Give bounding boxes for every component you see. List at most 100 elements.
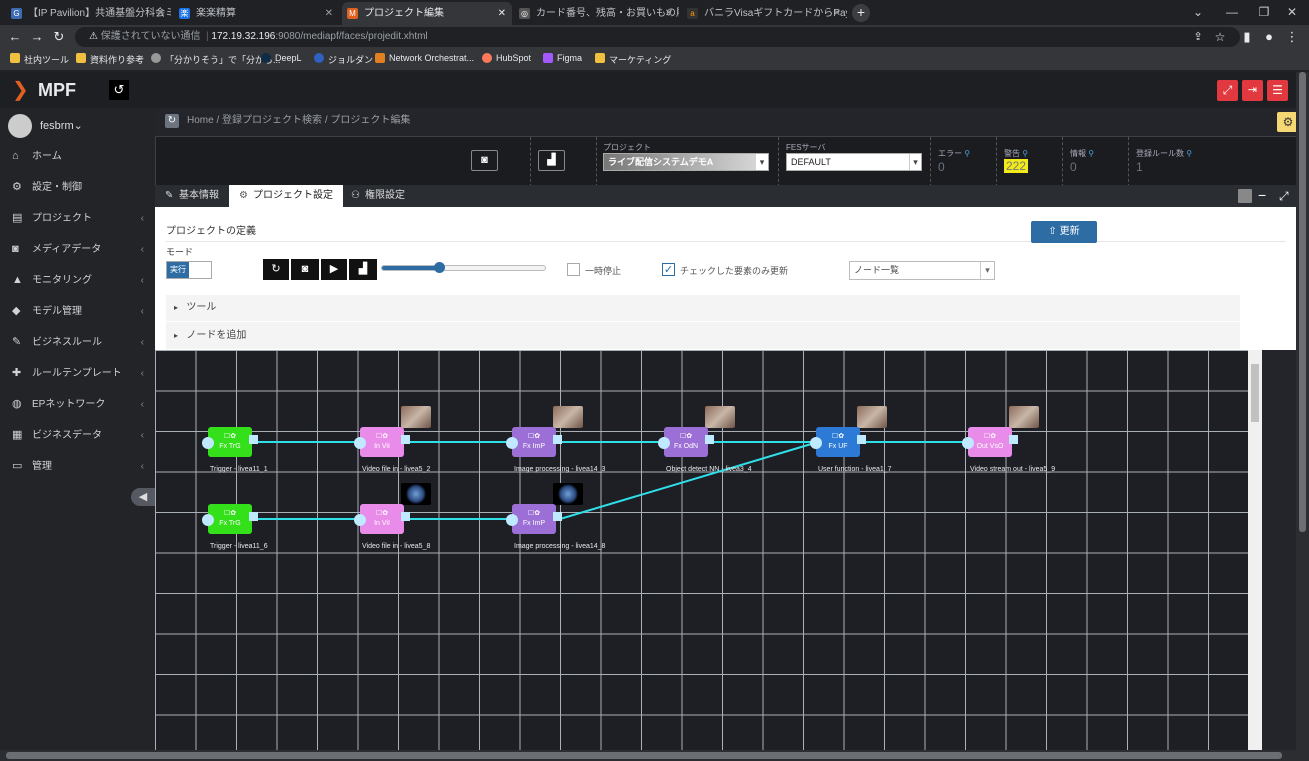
output-port[interactable] [553, 512, 562, 521]
output-port[interactable] [401, 512, 410, 521]
input-port[interactable] [202, 514, 214, 526]
close-icon[interactable]: ✕ [833, 2, 841, 25]
sidebar-item-project[interactable]: ▤ プロジェクト ‹ [0, 203, 155, 234]
browser-tab[interactable]: ◎ カード番号、残高・お買いもの履歴を ✕ [514, 2, 679, 25]
sidebar-item-home[interactable]: ⌂ ホーム [0, 141, 155, 172]
input-port[interactable] [354, 437, 366, 449]
panel-square-icon[interactable] [1238, 189, 1252, 203]
sidebar-toggle-icon[interactable]: ▮ [1238, 28, 1256, 46]
scrollbar-thumb[interactable] [1251, 364, 1259, 422]
star-icon[interactable]: ☆ [1211, 28, 1229, 46]
bookmark-item[interactable]: HubSpot [482, 53, 531, 63]
tools-accordion[interactable]: ▸ ツール [166, 295, 1240, 321]
input-port[interactable] [962, 437, 974, 449]
project-select[interactable]: ライブ配信システムデモA ▾ [603, 153, 769, 171]
input-port[interactable] [810, 437, 822, 449]
video-button[interactable]: ▶ [321, 259, 347, 280]
user-menu[interactable]: fesbrm⌄ [40, 119, 83, 132]
close-window-button[interactable]: ✕ [1275, 0, 1309, 25]
chart-button[interactable]: ▟ [538, 150, 565, 171]
share-icon[interactable]: ⇪ [1189, 28, 1207, 46]
close-icon[interactable]: ✕ [665, 2, 673, 25]
graph-node-image-processing[interactable]: ☐✿ Fx ImP [506, 427, 562, 457]
output-port[interactable] [705, 435, 714, 444]
close-icon[interactable]: ✕ [325, 2, 333, 25]
tab-project-settings[interactable]: ⚙ プロジェクト設定 [229, 185, 343, 207]
reload-icon[interactable]: ↻ [50, 28, 68, 46]
profile-icon[interactable]: ● [1260, 28, 1278, 46]
sidebar-item-settings[interactable]: ⚙ 設定・制御 [0, 172, 155, 203]
bookmark-item[interactable]: Figma [543, 53, 582, 63]
rules-label[interactable]: 登録ルール数 ⚲ [1136, 148, 1192, 159]
sidebar-item-business-rule[interactable]: ✎ ビジネスルール ‹ [0, 327, 155, 358]
fullscreen-icon[interactable]: ⤢ [1217, 80, 1238, 101]
node-graph-canvas[interactable]: ☐✿ Fx TrG ☐✿ In ViI ☐✿ Fx ImP ☐✿ Fx OdN ☐✿ Fx… [155, 350, 1262, 750]
output-port[interactable] [553, 435, 562, 444]
history-icon[interactable]: ↺ [109, 80, 129, 100]
speed-slider[interactable] [381, 262, 546, 273]
input-port[interactable] [506, 437, 518, 449]
bookmark-item[interactable]: 資料作り参考 [76, 53, 144, 66]
node-list-select[interactable]: ノード一覧 ▾ [849, 261, 995, 280]
breadcrumb-home[interactable]: Home [187, 115, 214, 126]
tab-search-icon[interactable]: ⌄ [1181, 0, 1215, 25]
forward-icon[interactable]: → [28, 28, 46, 46]
browser-tab[interactable]: 楽 楽楽精算 ✕ [174, 2, 339, 25]
app-logo[interactable]: MPF [38, 80, 76, 101]
graph-node-image-processing[interactable]: ☐✿ Fx ImP [506, 504, 562, 534]
canvas-scrollbar[interactable] [1248, 350, 1262, 750]
browser-tab[interactable]: a バニラVisaギフトカードからPayPayにチ ✕ [682, 2, 847, 25]
horizontal-scrollbar[interactable] [0, 750, 1296, 761]
output-port[interactable] [401, 435, 410, 444]
tab-basic-info[interactable]: ✎ 基本情報 [155, 185, 229, 207]
pause-checkbox[interactable] [567, 263, 580, 276]
camera-button[interactable]: ◙ [291, 259, 319, 280]
sidebar-item-business-data[interactable]: ▦ ビジネスデータ ‹ [0, 420, 155, 451]
sidebar-item-rule-template[interactable]: ✚ ルールテンプレート ‹ [0, 358, 155, 389]
close-icon[interactable]: ✕ [157, 2, 165, 25]
output-port[interactable] [249, 435, 258, 444]
bookmark-item[interactable]: マーケティング [595, 53, 671, 66]
tab-permissions[interactable]: ⚇ 権限設定 [341, 185, 415, 207]
input-port[interactable] [658, 437, 670, 449]
slider-handle[interactable] [434, 262, 446, 273]
sidebar-item-monitoring[interactable]: ▲ モニタリング ‹ [0, 265, 155, 296]
graph-node-trigger[interactable]: ☐✿ Fx TrG [202, 504, 258, 534]
browser-tab-active[interactable]: M プロジェクト編集 ✕ [342, 2, 512, 25]
mode-toggle[interactable]: 実行 [166, 261, 212, 279]
minimize-button[interactable]: — [1215, 0, 1249, 25]
warning-label[interactable]: 警告 ⚲ [1004, 148, 1028, 159]
bookmark-item[interactable]: 社内ツール [10, 53, 69, 66]
graph-node-video-in[interactable]: ☐✿ In ViI [354, 427, 410, 457]
bookmark-item[interactable]: DeepL [261, 53, 302, 63]
browser-tab[interactable]: G 【IP Pavilion】共通基盤分科会ミーテ ✕ [6, 2, 171, 25]
close-icon[interactable]: ✕ [498, 2, 506, 25]
graph-node-video-in[interactable]: ☐✿ In ViI [354, 504, 410, 534]
graph-node-trigger[interactable]: ☐✿ Fx TrG [202, 427, 258, 457]
menu-icon[interactable]: ☰ [1267, 80, 1288, 101]
collapse-sidebar-button[interactable]: ◀ [131, 488, 155, 506]
sidebar-item-ep-network[interactable]: ◍ EPネットワーク ‹ [0, 389, 155, 420]
update-button[interactable]: ⇧ 更新 [1031, 221, 1097, 243]
chart-view-button[interactable]: ▟ [349, 259, 377, 280]
info-label[interactable]: 情報 ⚲ [1070, 148, 1094, 159]
logout-icon[interactable]: ⇥ [1242, 80, 1263, 101]
menu-dots-icon[interactable]: ⋮ [1283, 28, 1301, 46]
graph-node-object-detect[interactable]: ☐✿ Fx OdN [658, 427, 714, 457]
input-port[interactable] [506, 514, 518, 526]
add-node-accordion[interactable]: ▸ ノードを追加 [166, 322, 1240, 349]
minimize-panel-icon[interactable]: − [1258, 185, 1266, 205]
back-icon[interactable]: ← [6, 28, 24, 46]
checked-only-checkbox[interactable]: ✓ [662, 263, 675, 276]
expand-panel-icon[interactable]: ⤢ [1279, 185, 1289, 207]
bookmark-item[interactable]: ジョルダン [314, 53, 373, 66]
input-port[interactable] [354, 514, 366, 526]
scrollbar-thumb[interactable] [1299, 72, 1306, 532]
output-port[interactable] [1009, 435, 1018, 444]
output-port[interactable] [249, 512, 258, 521]
bookmark-item[interactable]: Network Orchestrat... [375, 53, 474, 63]
reload-graph-button[interactable]: ↻ [263, 259, 289, 280]
url-field[interactable]: ⚠ 保護されていない通信 | 172.19.32.196:9080/mediap… [75, 27, 1240, 47]
sidebar-item-admin[interactable]: ▭ 管理 ‹ [0, 451, 155, 482]
graph-node-video-stream-out[interactable]: ☐✿ Out VsO [962, 427, 1018, 457]
